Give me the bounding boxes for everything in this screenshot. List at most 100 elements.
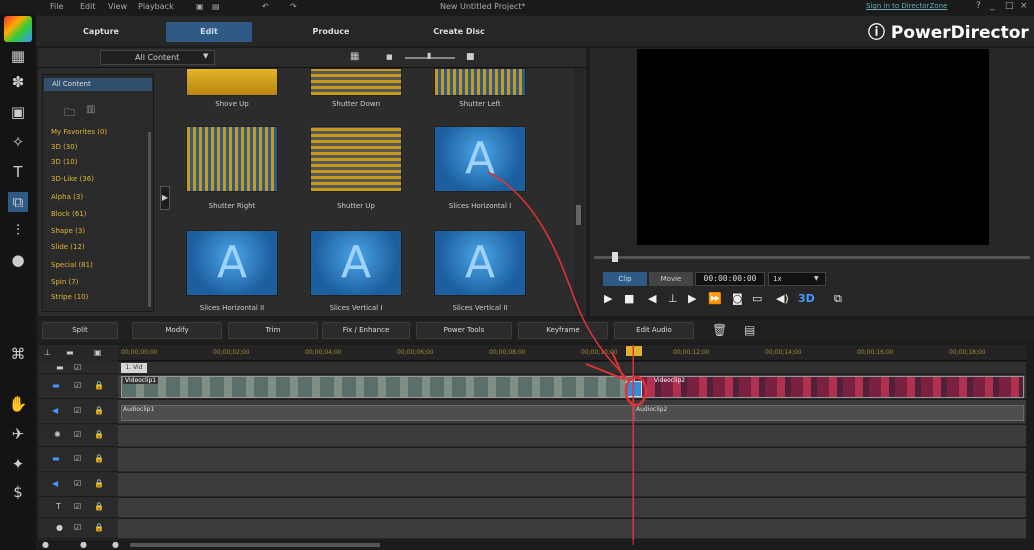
audio-clip[interactable] — [121, 405, 633, 421]
particle-room-icon[interactable]: ✧ — [8, 132, 28, 152]
chapter-marker[interactable]: 1. Vid — [121, 363, 147, 373]
save-icon[interactable]: ▣ — [196, 2, 204, 11]
volume-icon[interactable]: ◀) — [776, 292, 789, 305]
visibility-checkbox[interactable]: ☑ — [74, 454, 81, 463]
lock-icon[interactable]: 🔒 — [94, 479, 104, 488]
lock-icon[interactable]: 🔒 — [94, 430, 104, 439]
category-item[interactable]: Shape (3) — [51, 227, 85, 235]
category-item[interactable]: My Favorites (0) — [51, 128, 107, 136]
voiceover-room-icon[interactable]: ● — [8, 250, 28, 270]
zoom-slider-icon[interactable]: ● — [80, 540, 87, 549]
lock-icon[interactable]: 🔒 — [94, 454, 104, 463]
audio-track-2[interactable] — [118, 473, 1026, 497]
category-item[interactable]: 3D (10) — [51, 158, 77, 166]
category-item[interactable]: Alpha (3) — [51, 193, 83, 201]
category-item[interactable]: Block (61) — [51, 210, 87, 218]
transition-thumbnail[interactable]: A — [310, 230, 402, 296]
category-item[interactable]: 3D-Like (36) — [51, 175, 94, 183]
small-thumb-icon[interactable]: ■ — [386, 53, 393, 61]
magic-style-icon[interactable]: ✦ — [8, 454, 28, 474]
trim-button[interactable]: Trim — [228, 322, 318, 339]
clip-mode-button[interactable]: Clip — [603, 272, 647, 286]
tab-produce[interactable]: Produce — [288, 22, 374, 42]
audio-mixing-room-icon[interactable]: ⫶ — [8, 220, 28, 240]
redo-icon[interactable]: ↷ — [290, 2, 297, 11]
zoom-slider-handle[interactable]: ▮ — [427, 51, 431, 60]
playhead[interactable] — [633, 345, 634, 545]
fix-enhance-icon[interactable]: ✋ — [8, 394, 28, 414]
keyframe-button[interactable]: Keyframe — [518, 322, 608, 339]
sign-in-link[interactable]: Sign in to DirectorZone — [866, 2, 947, 10]
next-frame-icon[interactable]: ▶ — [688, 292, 696, 305]
tab-capture[interactable]: Capture — [58, 22, 144, 42]
timeline-mode-icon[interactable]: ⌘ — [8, 344, 28, 364]
pip-room-icon[interactable]: ▣ — [8, 102, 28, 122]
visibility-checkbox[interactable]: ☑ — [74, 381, 81, 390]
step-back-icon[interactable]: ⊥ — [668, 292, 678, 305]
zoom-in-icon[interactable]: ● — [112, 540, 119, 549]
category-item[interactable]: Stripe (10) — [51, 293, 88, 301]
power-tools-button[interactable]: Power Tools — [416, 322, 512, 339]
play-icon[interactable]: ▶ — [604, 292, 612, 305]
undo-icon[interactable]: ↶ — [262, 2, 269, 11]
snapshot-icon[interactable]: ◙ — [732, 292, 743, 305]
visibility-checkbox[interactable]: ☑ — [74, 406, 81, 415]
marker-track[interactable] — [118, 362, 1026, 374]
large-thumb-icon[interactable]: ■ — [466, 52, 475, 62]
preview-seekbar[interactable] — [594, 256, 1030, 259]
transition-drop-target[interactable] — [626, 381, 642, 397]
transition-thumbnail[interactable]: A — [186, 230, 278, 296]
video-clip[interactable] — [121, 376, 633, 398]
close-button[interactable]: × — [1020, 1, 1028, 11]
fx-track[interactable] — [118, 425, 1026, 447]
lock-icon[interactable]: 🔒 — [94, 523, 104, 532]
menu-playback[interactable]: Playback — [138, 2, 174, 11]
visibility-checkbox[interactable]: ☑ — [74, 502, 81, 511]
edit-audio-button[interactable]: Edit Audio — [614, 322, 694, 339]
tab-create-disc[interactable]: Create Disc — [416, 22, 502, 42]
playhead-handle[interactable] — [626, 346, 642, 356]
timecode-field[interactable]: 00:00:00:00 — [695, 272, 765, 286]
delete-icon[interactable]: 🗑 — [712, 323, 727, 337]
visibility-checkbox[interactable]: ☑ — [74, 479, 81, 488]
folder-icon[interactable]: 🗀 — [64, 104, 75, 123]
transition-thumbnail[interactable] — [186, 68, 278, 96]
transition-thumbnail[interactable] — [186, 126, 278, 192]
split-button[interactable]: Split — [42, 322, 118, 339]
video-track-2[interactable] — [118, 448, 1026, 472]
seek-handle[interactable] — [612, 252, 618, 262]
display-icon[interactable]: ▭ — [752, 292, 762, 305]
previous-frame-icon[interactable]: ◀ — [648, 292, 656, 305]
voice-track[interactable] — [118, 519, 1026, 539]
delete-folder-icon[interactable]: ▥ — [86, 104, 95, 115]
library-scroll-thumb[interactable] — [576, 205, 581, 225]
title-track[interactable] — [118, 498, 1026, 518]
effect-room-icon[interactable]: ✽ — [8, 72, 28, 92]
transition-thumbnail[interactable] — [310, 126, 402, 192]
fast-forward-icon[interactable]: ⏩ — [708, 292, 722, 305]
lock-icon[interactable]: 🔒 — [94, 406, 104, 415]
maximize-button[interactable]: □ — [1005, 1, 1014, 11]
category-all-content[interactable]: All Content — [44, 78, 152, 91]
category-item[interactable]: Slide (12) — [51, 243, 85, 251]
transition-thumbnail[interactable] — [434, 68, 526, 96]
visibility-checkbox[interactable]: ☑ — [74, 363, 81, 372]
library-scrollbar[interactable] — [574, 68, 584, 312]
category-item[interactable]: 3D (30) — [51, 143, 77, 151]
menu-edit[interactable]: Edit — [80, 2, 96, 11]
lock-icon[interactable]: 🔒 — [94, 502, 104, 511]
help-button[interactable]: ? — [976, 1, 981, 11]
timeline-view-icon[interactable]: ▣ — [94, 348, 102, 357]
media-room-icon[interactable]: ▦ — [8, 46, 28, 66]
menu-file[interactable]: File — [50, 2, 63, 11]
content-filter-dropdown[interactable]: All Content — [100, 50, 215, 65]
transition-thumbnail[interactable]: A — [434, 230, 526, 296]
grid-view-icon[interactable]: ▦ — [350, 51, 359, 62]
visibility-checkbox[interactable]: ☑ — [74, 523, 81, 532]
fix-enhance-button[interactable]: Fix / Enhance — [322, 322, 410, 339]
magic-cut-icon[interactable]: $ — [8, 482, 28, 502]
more-functions-icon[interactable]: ▤ — [744, 323, 755, 337]
visibility-checkbox[interactable]: ☑ — [74, 430, 81, 439]
transition-thumbnail[interactable]: A — [434, 126, 526, 192]
audio-clip[interactable] — [634, 405, 1024, 421]
